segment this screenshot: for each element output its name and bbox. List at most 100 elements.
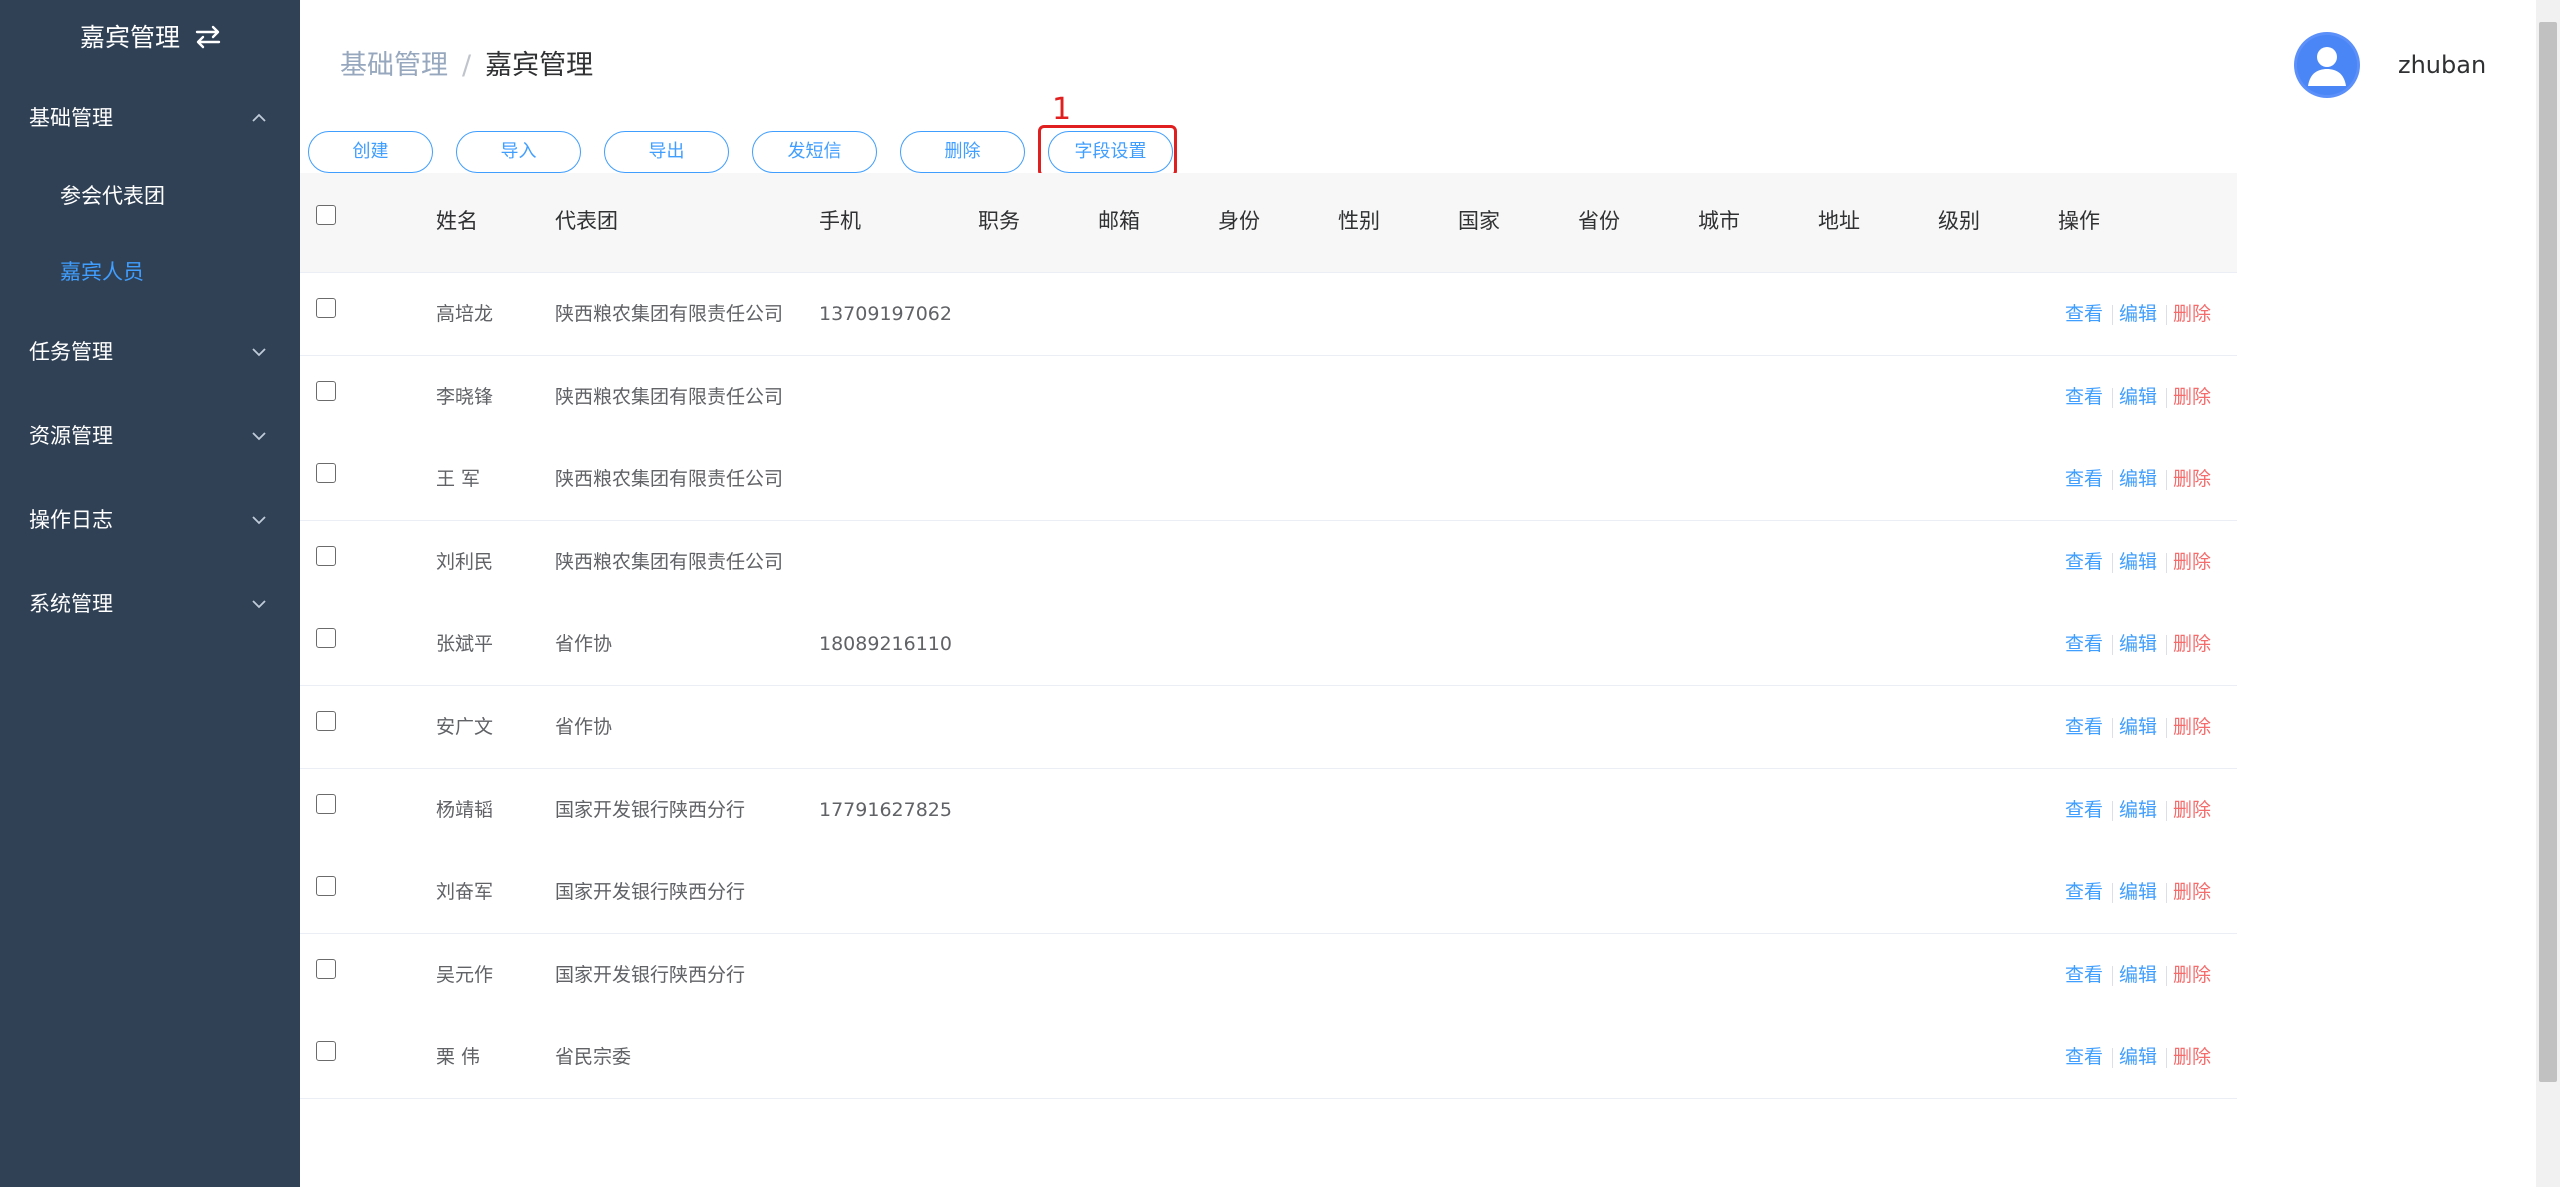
chevron-down-icon <box>252 432 266 441</box>
menu-item-basic[interactable]: 基础管理 <box>0 90 300 146</box>
table-row: 杨靖韬 国家开发银行陕西分行 17791627825 查看 编辑 删除 <box>300 768 2237 852</box>
action-divider <box>2166 965 2167 986</box>
row-checkbox[interactable] <box>316 711 336 731</box>
cell-delegation: 陕西粮农集团有限责任公司 <box>555 550 784 573</box>
view-link[interactable]: 查看 <box>2065 299 2103 329</box>
collapse-toggle-icon[interactable] <box>193 23 223 51</box>
view-link[interactable]: 查看 <box>2065 877 2103 907</box>
row-checkbox[interactable] <box>316 876 336 897</box>
sidebar: 嘉宾管理 基础管理 参会代表团 嘉宾人员 任务管理 资源管理 操作日志 系统管理 <box>0 0 300 1187</box>
column-header-gender: 性别 <box>1338 209 1380 233</box>
view-link[interactable]: 查看 <box>2065 712 2103 742</box>
send-sms-button[interactable]: 发短信 <box>752 131 877 173</box>
avatar[interactable] <box>2294 32 2360 98</box>
delete-link[interactable]: 删除 <box>2173 464 2211 494</box>
view-link[interactable]: 查看 <box>2065 1042 2103 1072</box>
cell-delegation: 省作协 <box>555 716 613 738</box>
delete-button[interactable]: 删除 <box>900 131 1025 173</box>
delete-link[interactable]: 删除 <box>2173 795 2211 825</box>
delete-link[interactable]: 删除 <box>2173 960 2211 990</box>
table-row: 刘利民 陕西粮农集团有限责任公司 查看 编辑 删除 <box>300 520 2237 604</box>
username[interactable]: zhuban <box>2398 48 2486 82</box>
create-button[interactable]: 创建 <box>308 131 433 173</box>
view-link[interactable]: 查看 <box>2065 795 2103 825</box>
action-divider <box>2166 1048 2167 1069</box>
edit-link[interactable]: 编辑 <box>2119 547 2157 577</box>
view-link[interactable]: 查看 <box>2065 382 2103 412</box>
edit-link[interactable]: 编辑 <box>2119 960 2157 990</box>
row-checkbox[interactable] <box>316 298 336 318</box>
edit-link[interactable]: 编辑 <box>2119 299 2157 329</box>
action-divider <box>2112 635 2113 656</box>
column-header-city: 城市 <box>1698 209 1740 233</box>
delete-link[interactable]: 删除 <box>2173 299 2211 329</box>
edit-link[interactable]: 编辑 <box>2119 712 2157 742</box>
row-checkbox[interactable] <box>316 380 336 401</box>
row-checkbox[interactable] <box>316 463 336 484</box>
row-checkbox[interactable] <box>316 793 336 814</box>
import-button[interactable]: 导入 <box>456 131 581 173</box>
edit-link[interactable]: 编辑 <box>2119 795 2157 825</box>
action-divider <box>2166 883 2167 904</box>
table-row: 安广文 省作协 查看 编辑 删除 <box>300 686 2237 769</box>
column-header-actions: 操作 <box>2058 209 2100 233</box>
row-checkbox[interactable] <box>316 545 336 566</box>
action-divider <box>2166 800 2167 821</box>
chevron-down-icon <box>252 600 266 609</box>
row-checkbox[interactable] <box>316 628 336 649</box>
edit-link[interactable]: 编辑 <box>2119 629 2157 659</box>
table-row: 吴元作 国家开发银行陕西分行 查看 编辑 删除 <box>300 933 2237 1017</box>
row-checkbox[interactable] <box>316 1041 336 1062</box>
menu-item-resources[interactable]: 资源管理 <box>0 408 300 464</box>
table-row: 栗 伟 省民宗委 查看 编辑 删除 <box>300 1016 2237 1100</box>
view-link[interactable]: 查看 <box>2065 629 2103 659</box>
table-row: 李晓锋 陕西粮农集团有限责任公司 查看 编辑 删除 <box>300 355 2237 439</box>
table-row: 张斌平 省作协 18089216110 查看 编辑 删除 <box>300 603 2237 687</box>
submenu-item-guests[interactable]: 嘉宾人员 <box>0 244 300 300</box>
row-checkbox[interactable] <box>316 958 336 979</box>
app-title: 嘉宾管理 <box>80 23 181 52</box>
select-all-checkbox[interactable] <box>316 205 336 225</box>
view-link[interactable]: 查看 <box>2065 960 2103 990</box>
view-link[interactable]: 查看 <box>2065 547 2103 577</box>
menu-item-system[interactable]: 系统管理 <box>0 576 300 632</box>
column-header-province: 省份 <box>1578 209 1620 233</box>
submenu-item-delegations[interactable]: 参会代表团 <box>0 168 300 224</box>
cell-delegation: 国家开发银行陕西分行 <box>555 798 746 821</box>
menu-item-logs[interactable]: 操作日志 <box>0 492 300 548</box>
menu-item-label: 任务管理 <box>29 340 113 364</box>
breadcrumb-parent[interactable]: 基础管理 <box>340 50 448 81</box>
delete-link[interactable]: 删除 <box>2173 877 2211 907</box>
submenu-item-label: 参会代表团 <box>60 184 165 208</box>
breadcrumb-separator: / <box>462 50 472 81</box>
delete-link[interactable]: 删除 <box>2173 712 2211 742</box>
cell-name: 高培龙 <box>436 303 494 325</box>
view-link[interactable]: 查看 <box>2065 464 2103 494</box>
cell-phone: 13709197062 <box>819 303 952 325</box>
chevron-down-icon <box>252 516 266 525</box>
cell-name: 刘利民 <box>436 550 494 573</box>
edit-link[interactable]: 编辑 <box>2119 877 2157 907</box>
cell-phone: 18089216110 <box>819 633 952 656</box>
edit-link[interactable]: 编辑 <box>2119 1042 2157 1072</box>
cell-name: 杨靖韬 <box>436 798 494 821</box>
cell-name: 王 军 <box>436 468 481 491</box>
edit-link[interactable]: 编辑 <box>2119 464 2157 494</box>
delete-link[interactable]: 删除 <box>2173 1042 2211 1072</box>
edit-link[interactable]: 编辑 <box>2119 382 2157 412</box>
menu-item-label: 资源管理 <box>29 424 113 448</box>
action-divider <box>2166 635 2167 656</box>
column-header-country: 国家 <box>1458 209 1500 233</box>
export-button[interactable]: 导出 <box>604 131 729 173</box>
cell-delegation: 陕西粮农集团有限责任公司 <box>555 303 784 325</box>
breadcrumb-current: 嘉宾管理 <box>485 50 594 81</box>
menu-item-tasks[interactable]: 任务管理 <box>0 324 300 380</box>
delete-link[interactable]: 删除 <box>2173 547 2211 577</box>
action-divider <box>2112 1048 2113 1069</box>
action-divider <box>2112 470 2113 491</box>
delete-link[interactable]: 删除 <box>2173 629 2211 659</box>
vertical-scrollbar-thumb[interactable] <box>2539 22 2557 1082</box>
table-row: 高培龙 陕西粮农集团有限责任公司 13709197062 查看 编辑 删除 <box>300 273 2237 356</box>
delete-link[interactable]: 删除 <box>2173 382 2211 412</box>
cell-delegation: 国家开发银行陕西分行 <box>555 963 746 986</box>
